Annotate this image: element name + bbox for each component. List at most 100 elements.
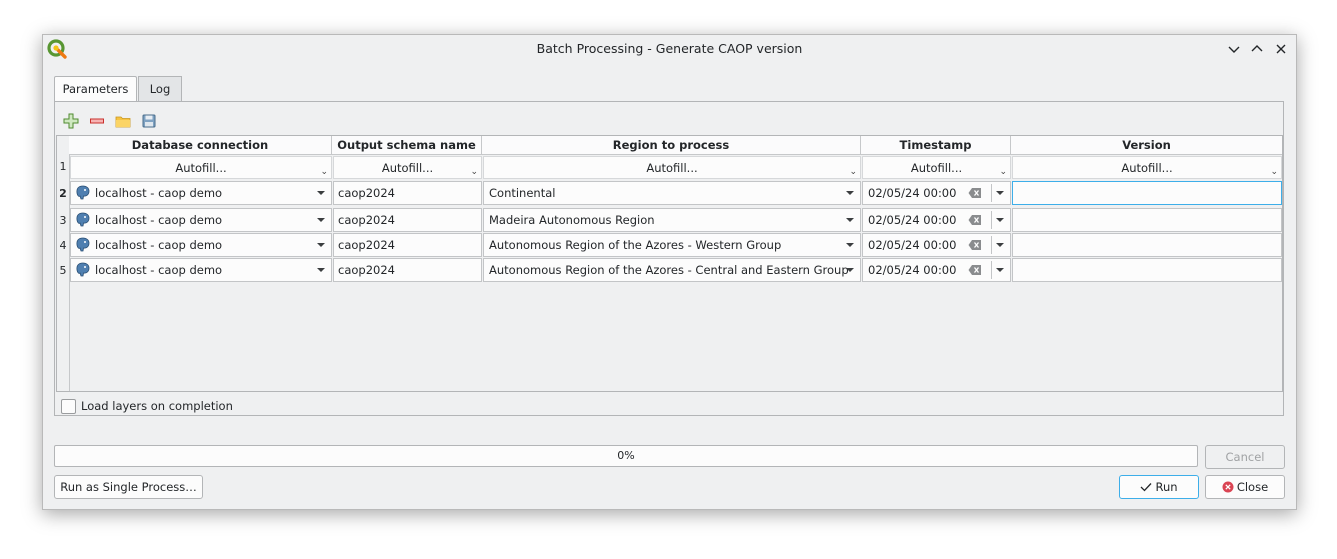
separator (991, 184, 992, 202)
separator (991, 236, 992, 254)
cancel-button[interactable]: Cancel (1205, 445, 1285, 469)
schema-input[interactable]: caop2024 (333, 258, 482, 282)
autofill-label: Autofill... (1121, 161, 1173, 175)
dropdown-arrow-icon[interactable] (996, 218, 1004, 222)
column-header-version[interactable]: Version (1011, 136, 1282, 155)
connection-combobox[interactable]: localhost - caop demo (70, 258, 332, 282)
version-input[interactable] (1012, 208, 1282, 232)
row-number: 4 (59, 239, 67, 252)
title-bar[interactable]: Batch Processing - Generate CAOP version (43, 35, 1296, 63)
timestamp-value: 02/05/24 00:00 (868, 238, 957, 252)
timestamp-datetime-edit[interactable]: 02/05/24 00:00 (862, 233, 1011, 257)
connection-combobox[interactable]: localhost - caop demo (70, 233, 332, 257)
row-number: 2 (59, 187, 67, 200)
remove-row-icon (90, 118, 104, 124)
remove-row-button[interactable] (87, 111, 107, 131)
tab-parameters[interactable]: Parameters (54, 76, 137, 103)
postgresql-icon (76, 237, 90, 252)
region-combobox[interactable]: Autonomous Region of the Azores - Centra… (483, 258, 861, 282)
tab-log[interactable]: Log (138, 76, 182, 101)
clear-icon[interactable] (968, 187, 982, 199)
timestamp-datetime-edit[interactable]: 02/05/24 00:00 (862, 181, 1011, 205)
region-combobox[interactable]: Autonomous Region of the Azores - Wester… (483, 233, 861, 257)
dropdown-arrow-icon (846, 243, 854, 247)
clear-icon[interactable] (968, 264, 982, 276)
postgresql-icon (76, 262, 90, 277)
load-layers-checkbox[interactable] (61, 399, 76, 414)
separator (991, 211, 992, 229)
schema-input[interactable]: caop2024 (333, 233, 482, 257)
dropdown-arrow-icon[interactable] (996, 243, 1004, 247)
save-icon (142, 114, 156, 128)
dropdown-arrow-icon (846, 268, 854, 272)
load-layers-label: Load layers on completion (81, 399, 233, 413)
autofill-button[interactable]: Autofill... ⌄ (862, 156, 1011, 179)
close-circle-icon (1222, 481, 1234, 493)
region-combobox[interactable]: Madeira Autonomous Region (483, 208, 861, 232)
connection-value: localhost - caop demo (95, 186, 223, 200)
clear-icon[interactable] (968, 214, 982, 226)
dropdown-arrow-icon[interactable] (996, 268, 1004, 272)
clear-icon[interactable] (968, 239, 982, 251)
run-label: Run (1155, 480, 1178, 494)
separator (991, 261, 992, 279)
close-button[interactable]: Close (1205, 475, 1285, 499)
postgresql-icon (76, 212, 90, 227)
autofill-label: Autofill... (910, 161, 963, 175)
timestamp-datetime-edit[interactable]: 02/05/24 00:00 (862, 258, 1011, 282)
close-window-icon[interactable] (1272, 40, 1290, 58)
dropdown-arrow-icon (317, 191, 325, 195)
save-button[interactable] (139, 111, 159, 131)
timestamp-datetime-edit[interactable]: 02/05/24 00:00 (862, 208, 1011, 232)
progress-bar: 0% (54, 445, 1198, 467)
autofill-button[interactable]: Autofill... ⌄ (1012, 156, 1282, 179)
region-value: Autonomous Region of the Azores - Wester… (489, 238, 782, 252)
parameters-panel: Database connection Output schema name R… (54, 101, 1284, 416)
dropdown-arrow-icon (317, 243, 325, 247)
schema-input[interactable]: caop2024 (333, 208, 482, 232)
version-input[interactable] (1012, 181, 1282, 205)
run-button[interactable]: Run (1119, 475, 1199, 499)
region-value: Continental (489, 186, 556, 200)
dropdown-arrow-icon (846, 218, 854, 222)
row-number: 3 (59, 214, 67, 227)
open-file-button[interactable] (113, 111, 133, 131)
column-header-output-schema[interactable]: Output schema name (332, 136, 482, 155)
window-title: Batch Processing - Generate CAOP version (536, 41, 803, 56)
connection-value: localhost - caop demo (95, 213, 223, 227)
batch-processing-dialog: Batch Processing - Generate CAOP version… (42, 34, 1297, 510)
region-value: Madeira Autonomous Region (489, 213, 655, 227)
autofill-label: Autofill... (381, 161, 434, 175)
run-as-single-process-button[interactable]: Run as Single Process… (54, 475, 203, 499)
dropdown-arrow-icon[interactable] (996, 191, 1004, 195)
row-number: 5 (59, 264, 67, 277)
version-input[interactable] (1012, 233, 1282, 257)
connection-combobox[interactable]: localhost - caop demo (70, 208, 332, 232)
add-row-icon (63, 113, 79, 129)
version-input[interactable] (1012, 258, 1282, 282)
schema-input[interactable]: caop2024 (333, 181, 482, 205)
minimize-icon[interactable] (1225, 40, 1243, 58)
maximize-icon[interactable] (1248, 40, 1266, 58)
column-header-region[interactable]: Region to process (482, 136, 861, 155)
open-folder-icon (115, 116, 131, 128)
connection-value: localhost - caop demo (95, 263, 223, 277)
timestamp-value: 02/05/24 00:00 (868, 213, 957, 227)
region-combobox[interactable]: Continental (483, 181, 861, 205)
close-label: Close (1236, 480, 1269, 494)
dropdown-arrow-icon (317, 268, 325, 272)
autofill-button[interactable]: Autofill... ⌄ (70, 156, 332, 179)
connection-combobox[interactable]: localhost - caop demo (70, 181, 332, 205)
column-header-timestamp[interactable]: Timestamp (861, 136, 1011, 155)
dropdown-arrow-icon (846, 191, 854, 195)
autofill-button[interactable]: Autofill... ⌄ (333, 156, 482, 179)
checkmark-icon (1141, 483, 1152, 492)
autofill-label: Autofill... (646, 161, 698, 175)
column-header-database-connection[interactable]: Database connection (69, 136, 332, 155)
dropdown-arrow-icon (317, 218, 325, 222)
postgresql-icon (76, 185, 90, 200)
autofill-button[interactable]: Autofill... ⌄ (483, 156, 861, 179)
batch-parameters-table: Database connection Output schema name R… (56, 135, 1283, 392)
add-row-button[interactable] (61, 111, 81, 131)
timestamp-value: 02/05/24 00:00 (868, 263, 957, 277)
